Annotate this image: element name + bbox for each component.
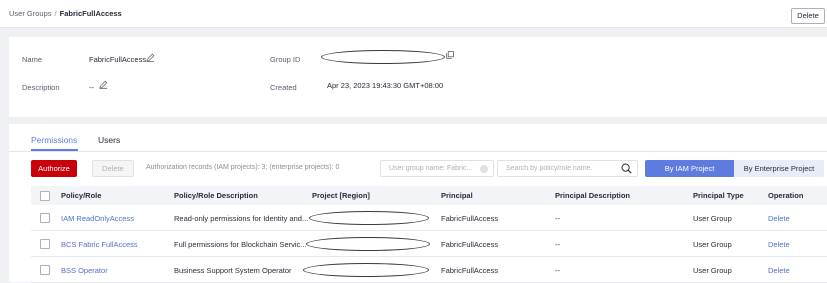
authorization-records-text: Authorization records (IAM projects): 3;… xyxy=(146,164,340,171)
breadcrumb-user-groups[interactable]: User Groups xyxy=(9,9,52,18)
col-project-region: Project [Region] xyxy=(312,191,370,200)
policy-link[interactable]: IAM ReadOnlyAccess xyxy=(61,214,134,223)
by-iam-project-button[interactable]: By IAM Project xyxy=(645,160,734,177)
top-bar: User Groups / FabricFullAccess Delete xyxy=(0,0,827,28)
tab-bar: Permissions Users xyxy=(9,134,827,152)
project-redacted xyxy=(303,263,429,277)
edit-icon[interactable] xyxy=(99,80,108,89)
col-policy-description: Policy/Role Description xyxy=(174,191,258,200)
principal-description: -- xyxy=(555,266,560,275)
policy-description: Business Support System Operator xyxy=(174,266,292,275)
user-group-filter-text: User group name: Fabric... xyxy=(389,165,473,172)
policy-link[interactable]: BSS Operator xyxy=(61,266,108,275)
row-checkbox[interactable] xyxy=(40,265,50,275)
edit-icon[interactable] xyxy=(146,53,155,62)
project-redacted xyxy=(309,211,429,225)
table-row: BSS Operator Business Support System Ope… xyxy=(31,258,827,283)
description-label: Description xyxy=(22,83,60,92)
principal-description: -- xyxy=(555,240,560,249)
by-enterprise-project-button[interactable]: By Enterprise Project xyxy=(734,160,824,177)
delete-group-button[interactable]: Delete xyxy=(791,8,825,24)
tab-users[interactable]: Users xyxy=(98,135,120,145)
col-operation: Operation xyxy=(768,191,804,200)
breadcrumb-current: FabricFullAccess xyxy=(59,9,122,18)
col-principal-type: Principal Type xyxy=(693,191,744,200)
user-group-filter[interactable]: User group name: Fabric... xyxy=(380,160,494,177)
created-label: Created xyxy=(270,83,297,92)
row-checkbox[interactable] xyxy=(40,239,50,249)
permissions-toolbar: Authorize Delete Authorization records (… xyxy=(9,160,827,178)
search-icon[interactable] xyxy=(621,163,632,174)
row-delete-link[interactable]: Delete xyxy=(768,214,790,223)
policy-description: Read-only permissions for Identity and..… xyxy=(174,214,309,223)
breadcrumb-separator: / xyxy=(54,9,57,18)
delete-permissions-button[interactable]: Delete xyxy=(92,160,134,177)
clear-icon[interactable] xyxy=(480,165,488,173)
name-value: FabricFullAccess xyxy=(89,55,147,64)
principal: FabricFullAccess xyxy=(441,266,499,275)
principal: FabricFullAccess xyxy=(441,214,499,223)
principal-type: User Group xyxy=(693,214,732,223)
col-principal: Principal xyxy=(441,191,473,200)
permissions-card: Permissions Users Authorize Delete Autho… xyxy=(9,124,827,283)
tab-divider xyxy=(9,151,827,152)
row-checkbox[interactable] xyxy=(40,213,50,223)
group-id-label: Group ID xyxy=(270,55,301,64)
principal-description: -- xyxy=(555,214,560,223)
row-delete-link[interactable]: Delete xyxy=(768,240,790,249)
description-value: -- xyxy=(89,83,94,92)
authorize-button[interactable]: Authorize xyxy=(31,160,77,177)
table-row: BCS Fabric FullAccess Full permissions f… xyxy=(31,232,827,257)
group-id-redacted xyxy=(321,50,445,64)
tab-permissions[interactable]: Permissions xyxy=(31,135,77,145)
project-redacted xyxy=(306,237,430,251)
policy-search-input[interactable] xyxy=(497,160,638,177)
group-info-card: Name FabricFullAccess Description -- Gro… xyxy=(9,37,827,117)
col-principal-description: Principal Description xyxy=(555,191,631,200)
table-header: Policy/Role Policy/Role Description Proj… xyxy=(31,186,827,205)
principal-type: User Group xyxy=(693,240,732,249)
created-value: Apr 23, 2023 19:43:30 GMT+08:00 xyxy=(327,81,444,90)
copy-icon[interactable] xyxy=(446,51,454,59)
principal: FabricFullAccess xyxy=(441,240,499,249)
principal-type: User Group xyxy=(693,266,732,275)
select-all-checkbox[interactable] xyxy=(40,191,50,201)
name-label: Name xyxy=(22,55,43,64)
row-delete-link[interactable]: Delete xyxy=(768,266,790,275)
breadcrumb: User Groups / FabricFullAccess xyxy=(9,9,122,18)
table-row: IAM ReadOnlyAccess Read-only permissions… xyxy=(31,206,827,231)
policy-description: Full permissions for Blockchain Servic..… xyxy=(174,240,307,249)
col-policy-role: Policy/Role xyxy=(61,191,102,200)
policy-link[interactable]: BCS Fabric FullAccess xyxy=(61,240,138,249)
